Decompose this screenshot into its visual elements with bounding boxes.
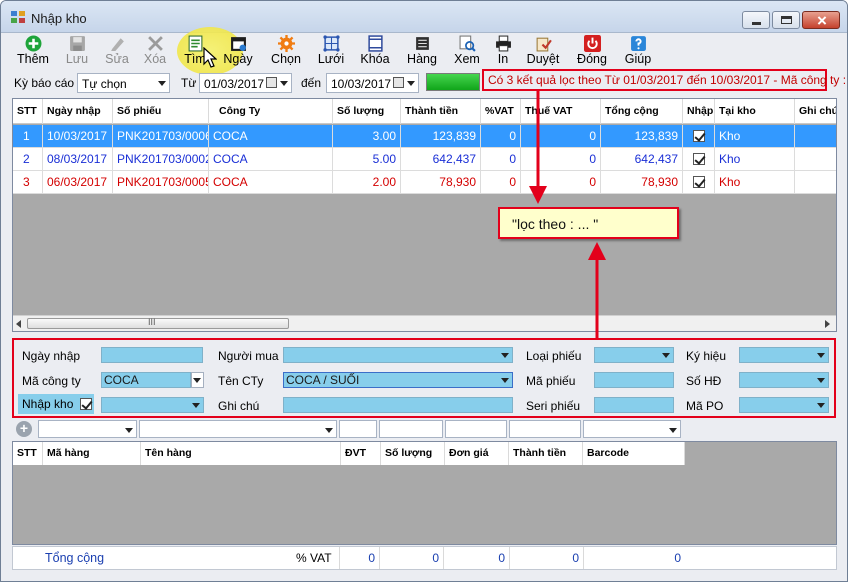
annotation-callout: "lọc theo : ... " xyxy=(498,207,679,239)
nhap-kho-window: Nhập kho Thêm Lưu Sửa Xóa Tìm Ngày Chọn … xyxy=(0,0,848,582)
annotation-arrows xyxy=(529,91,606,340)
callout-text: "lọc theo : ... " xyxy=(512,216,599,232)
